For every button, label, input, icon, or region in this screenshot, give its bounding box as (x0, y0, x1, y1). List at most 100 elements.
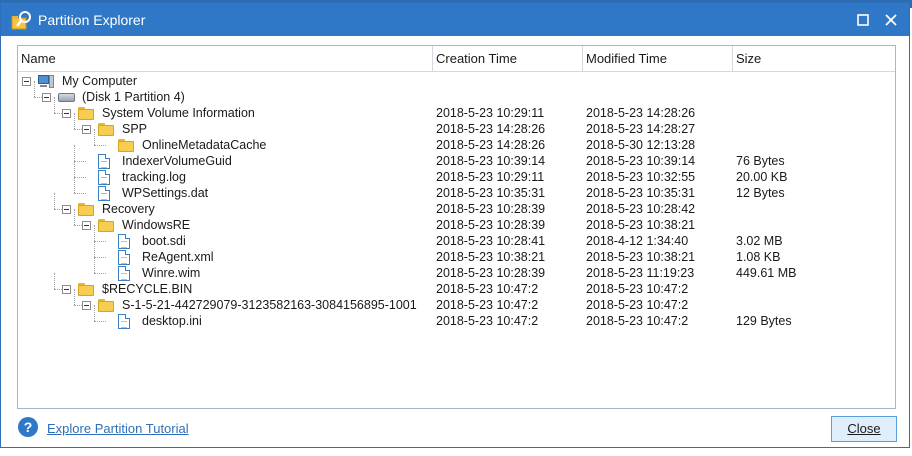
size-cell (733, 121, 895, 137)
modified-time-cell: 2018-5-30 12:13:28 (586, 138, 696, 152)
collapse-toggle[interactable] (62, 285, 71, 294)
collapse-toggle[interactable] (82, 221, 91, 230)
tree-item-label: ReAgent.xml (142, 250, 214, 264)
tree-row[interactable]: IndexerVolumeGuid 2018-5-23 10:39:14 2018-… (18, 145, 895, 169)
tree-item-label: WPSettings.dat (122, 186, 209, 200)
tree-row[interactable]: $RECYCLE.BIN 2018-5-23 10:47:2 2018-5-23 1… (18, 273, 895, 297)
tree-item-label: $RECYCLE.BIN (102, 282, 193, 296)
tree-row[interactable]: System Volume Information 2018-5-23 10:29… (18, 97, 895, 121)
size-cell (733, 105, 895, 121)
close-window-button[interactable] (877, 6, 905, 34)
column-header-modified-time[interactable]: Modified Time (583, 46, 733, 72)
tree-connector (94, 145, 106, 146)
tree-connector (74, 161, 75, 177)
tree-row-name-cell: ReAgent.xml (18, 241, 433, 265)
collapse-toggle[interactable] (62, 205, 71, 214)
collapse-toggle[interactable] (62, 109, 71, 118)
close-icon (885, 13, 897, 26)
tree-item-label: desktop.ini (142, 314, 202, 328)
partition-explorer-app-icon (10, 9, 32, 31)
tree-item-label: System Volume Information (102, 106, 255, 120)
tree-row[interactable]: WPSettings.dat 2018-5-23 10:35:31 2018-5-2… (18, 177, 895, 201)
column-header-name[interactable]: Name (18, 46, 433, 72)
modified-time-cell (583, 89, 733, 105)
file-icon (98, 154, 110, 169)
size-cell (733, 201, 895, 217)
tree-row-name-cell: OnlineMetadataCache (18, 129, 433, 153)
help-icon[interactable]: ? (18, 417, 38, 437)
collapse-toggle[interactable] (22, 77, 31, 86)
file-icon (118, 234, 130, 249)
tree-connector (94, 257, 106, 258)
tree-connector (34, 81, 35, 97)
tree-item-label: (Disk 1 Partition 4) (82, 90, 185, 104)
creation-time-cell: 2018-5-23 10:47:2 (436, 282, 539, 296)
close-button[interactable]: Close (831, 416, 897, 442)
tree-connector (94, 241, 106, 242)
tree-connector (94, 257, 95, 273)
creation-time-cell: 2018-5-23 10:28:39 (436, 218, 546, 232)
tree-row[interactable]: OnlineMetadataCache 2018-5-23 14:28:26 201… (18, 129, 895, 153)
folder-icon (98, 219, 114, 232)
tree-row[interactable]: WindowsRE 2018-5-23 10:28:39 2018-5-23 10:… (18, 209, 895, 233)
explore-partition-tutorial-link[interactable]: Explore Partition Tutorial (47, 421, 189, 436)
column-header-creation-time[interactable]: Creation Time (433, 46, 583, 72)
tree-row-name-cell: boot.sdi (18, 225, 433, 249)
size-cell: 449.61 MB (736, 266, 797, 280)
creation-time-cell: 2018-5-23 10:47:2 (436, 298, 539, 312)
creation-time-cell: 2018-5-23 10:47:2 (436, 314, 539, 328)
modified-time-cell: 2018-5-23 10:39:14 (586, 154, 696, 168)
modified-time-cell: 2018-5-23 10:38:21 (586, 218, 696, 232)
size-cell: 76 Bytes (736, 154, 785, 168)
tree-row[interactable]: Winre.wim 2018-5-23 10:28:39 2018-5-23 11:… (18, 257, 895, 281)
file-icon (118, 266, 130, 281)
tree-row[interactable]: desktop.ini 2018-5-23 10:47:2 2018-5-23 10… (18, 305, 895, 329)
collapse-toggle[interactable] (82, 301, 91, 310)
tree-row[interactable]: boot.sdi 2018-5-23 10:28:41 2018-4-12 1:34… (18, 225, 895, 249)
collapse-toggle[interactable] (82, 125, 91, 134)
modified-time-cell: 2018-5-23 10:47:2 (586, 282, 689, 296)
tree-row-name-cell: desktop.ini (18, 305, 433, 329)
title-bar[interactable]: Partition Explorer (1, 3, 909, 36)
maximize-button[interactable] (849, 6, 877, 34)
creation-time-cell (433, 89, 583, 105)
folder-icon (78, 107, 94, 120)
tree-row-name-cell: SPP (18, 113, 433, 137)
tree-row[interactable]: tracking.log 2018-5-23 10:29:11 2018-5-23 … (18, 161, 895, 185)
tree-connector (74, 193, 86, 194)
modified-time-cell: 2018-5-23 14:28:26 (586, 106, 696, 120)
creation-time-cell: 2018-5-23 10:39:14 (436, 154, 546, 168)
tree-row[interactable]: S-1-5-21-442729079-3123582163-3084156895… (18, 289, 895, 313)
tree-row[interactable]: ReAgent.xml 2018-5-23 10:38:21 2018-5-23 1… (18, 241, 895, 265)
tree-row[interactable]: SPP 2018-5-23 14:28:26 2018-5-23 14:28:27 (18, 113, 895, 137)
tree-row[interactable]: Recovery 2018-5-23 10:28:39 2018-5-23 10:2… (18, 193, 895, 217)
tree-row-name-cell: Winre.wim (18, 257, 433, 281)
modified-time-cell: 2018-5-23 14:28:27 (586, 122, 696, 136)
tree-connector (74, 113, 75, 129)
size-cell (733, 89, 895, 105)
window-title: Partition Explorer (38, 11, 146, 28)
column-header-size[interactable]: Size (733, 46, 895, 72)
tree-connector (54, 273, 55, 289)
tree-row-name-cell: $RECYCLE.BIN (18, 273, 433, 297)
folder-icon (98, 123, 114, 136)
size-cell (733, 297, 895, 313)
partition-explorer-dialog: Partition Explorer Name Creation Time Mo… (0, 2, 910, 448)
tree-item-label: SPP (122, 122, 148, 136)
creation-time-cell: 2018-5-23 10:28:39 (436, 202, 546, 216)
tree-rows: My Computer (Disk 1 Partition 4) System Vo… (18, 72, 895, 329)
tree-row[interactable]: (Disk 1 Partition 4) (18, 81, 895, 105)
tree-row-name-cell: IndexerVolumeGuid (18, 145, 433, 169)
tree-row[interactable]: My Computer (18, 73, 895, 89)
file-icon (118, 314, 130, 329)
size-cell: 3.02 MB (736, 234, 783, 248)
folder-icon (78, 283, 94, 296)
partition-tree-view[interactable]: Name Creation Time Modified Time Size My… (17, 45, 896, 409)
modified-time-cell: 2018-5-23 10:47:2 (586, 298, 689, 312)
modified-time-cell: 2018-4-12 1:34:40 (586, 234, 689, 248)
tree-item-label: IndexerVolumeGuid (122, 154, 232, 168)
tree-connector (74, 209, 75, 225)
tree-item-label: OnlineMetadataCache (142, 138, 267, 152)
creation-time-cell: 2018-5-23 14:28:26 (436, 122, 546, 136)
collapse-toggle[interactable] (42, 93, 51, 102)
